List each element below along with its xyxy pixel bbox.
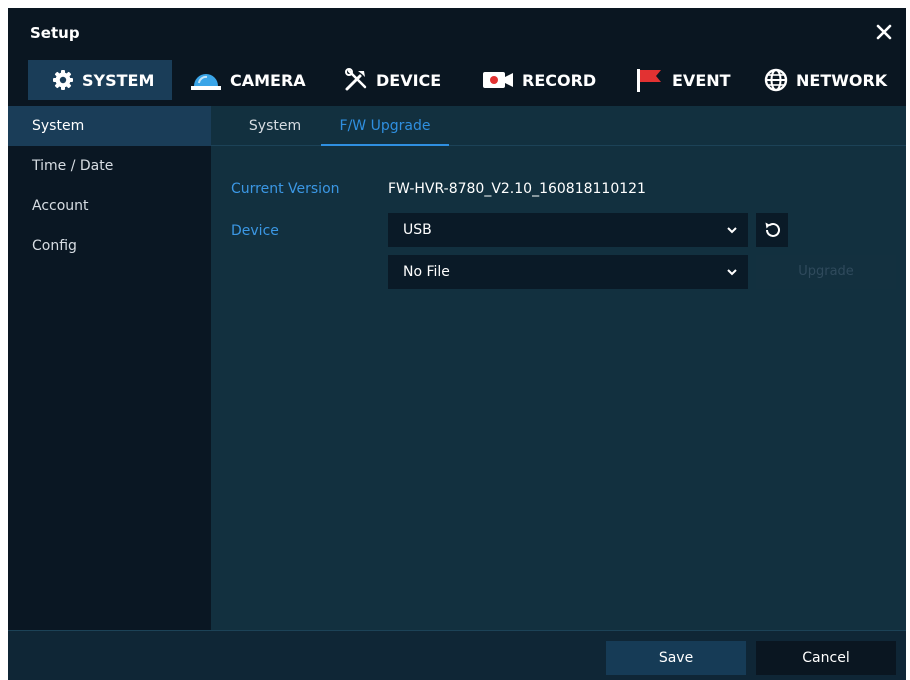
sub-tabs: System F/W Upgrade: [211, 106, 906, 146]
tab-device[interactable]: DEVICE: [344, 60, 441, 100]
tab-event[interactable]: EVENT: [634, 60, 731, 100]
upgrade-button[interactable]: Upgrade: [756, 255, 896, 289]
cancel-button[interactable]: Cancel: [756, 641, 896, 675]
gear-icon: [53, 70, 73, 90]
tab-network-label: NETWORK: [796, 70, 888, 90]
window-title: Setup: [30, 24, 80, 42]
device-select-value: USB: [403, 222, 432, 238]
device-label: Device: [231, 223, 279, 239]
sidebar-item-system[interactable]: System: [8, 106, 211, 146]
title-bar: Setup: [8, 8, 906, 58]
record-camera-icon: [483, 72, 513, 88]
close-icon[interactable]: [874, 22, 894, 42]
current-version-value: FW-HVR-8780_V2.10_160818110121: [388, 181, 646, 197]
subtab-fw-upgrade[interactable]: F/W Upgrade: [321, 106, 449, 146]
tab-system-label: SYSTEM: [82, 70, 155, 90]
tab-camera[interactable]: CAMERA: [190, 60, 306, 100]
sidebar-item-account[interactable]: Account: [8, 186, 211, 226]
globe-icon: [764, 68, 788, 92]
current-version-label: Current Version: [231, 181, 340, 197]
file-select-value: No File: [403, 264, 450, 280]
tab-network[interactable]: NETWORK: [764, 60, 887, 100]
refresh-icon: [765, 222, 780, 237]
save-button[interactable]: Save: [606, 641, 746, 675]
camera-dome-icon: [191, 74, 221, 90]
tools-icon: [345, 68, 367, 91]
chevron-down-icon: [727, 269, 737, 276]
top-nav: SYSTEM CAMERA DEVICE RECORD EVENT NETWOR…: [8, 58, 906, 106]
sidebar-item-config[interactable]: Config: [8, 226, 211, 266]
device-select[interactable]: USB: [388, 213, 748, 247]
subtab-system[interactable]: System: [241, 106, 309, 146]
flag-icon: [637, 69, 661, 92]
tab-record[interactable]: RECORD: [482, 60, 596, 100]
file-select[interactable]: No File: [388, 255, 748, 289]
sidebar-item-time-date[interactable]: Time / Date: [8, 146, 211, 186]
tab-camera-label: CAMERA: [230, 70, 306, 90]
sidebar: System Time / Date Account Config: [8, 106, 211, 630]
tab-device-label: DEVICE: [376, 70, 442, 90]
footer: Save Cancel: [8, 630, 906, 680]
chevron-down-icon: [727, 227, 737, 234]
main-content: System F/W Upgrade Current Version FW-HV…: [211, 106, 906, 630]
refresh-button[interactable]: [756, 213, 788, 247]
tab-event-label: EVENT: [672, 70, 731, 90]
setup-window: Setup SYSTEM CAMERA DEVICE RECORD EVENT …: [8, 8, 906, 680]
tab-record-label: RECORD: [522, 70, 597, 90]
tab-system[interactable]: SYSTEM: [28, 60, 172, 100]
